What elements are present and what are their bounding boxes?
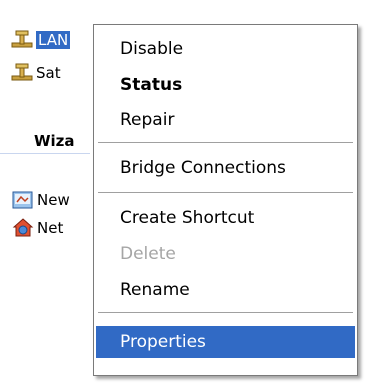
network-connection-icon xyxy=(10,30,34,50)
network-connection-icon xyxy=(10,63,34,83)
task-label-new: New xyxy=(37,191,70,209)
menu-item-rename[interactable]: Rename xyxy=(96,274,355,306)
network-setup-icon xyxy=(12,217,34,239)
menu-item-create-shortcut[interactable]: Create Shortcut xyxy=(96,202,355,234)
task-label-net: Net xyxy=(37,219,64,237)
menu-separator xyxy=(98,192,353,193)
new-connection-icon xyxy=(12,189,34,211)
connection-item-sat[interactable]: Sat xyxy=(10,60,61,86)
menu-item-status[interactable]: Status xyxy=(96,69,355,101)
context-menu: Disable Status Repair Bridge Connections… xyxy=(93,24,358,376)
connection-item-lan[interactable]: LAN xyxy=(10,27,71,53)
menu-separator xyxy=(98,142,353,143)
task-item-new[interactable]: New xyxy=(12,188,70,212)
task-item-net[interactable]: Net xyxy=(12,216,63,240)
tasks-divider xyxy=(0,153,90,154)
menu-item-disable[interactable]: Disable xyxy=(96,33,355,65)
tasks-heading: Wiza xyxy=(34,132,75,150)
menu-separator xyxy=(98,312,353,313)
menu-item-repair[interactable]: Repair xyxy=(96,104,355,136)
menu-item-delete: Delete xyxy=(120,244,176,264)
connection-label-sat: Sat xyxy=(36,64,61,82)
menu-item-properties[interactable]: Properties xyxy=(96,326,355,358)
menu-item-bridge-connections[interactable]: Bridge Connections xyxy=(96,152,355,184)
connection-label-lan: LAN xyxy=(36,31,71,49)
